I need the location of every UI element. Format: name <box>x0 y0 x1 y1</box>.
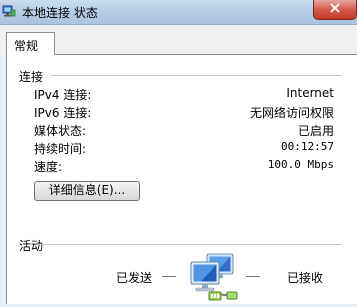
sent-label: 已发送 <box>116 271 153 285</box>
network-computers-icon <box>187 252 241 304</box>
media-state-value: 已启用 <box>297 124 334 138</box>
tab-strip: 常规 <box>0 25 357 55</box>
speed-row: 速度: 100.0 Mbps <box>34 158 334 176</box>
activity-section-label: 活动 <box>19 239 44 253</box>
window-title: 本地连接 状态 <box>22 6 98 20</box>
ipv6-label: IPv6 连接: <box>34 106 92 120</box>
speed-label: 速度: <box>34 160 63 174</box>
received-connector <box>246 276 260 277</box>
sent-connector <box>162 276 176 277</box>
title-bar: 本地连接 状态 <box>0 0 357 25</box>
duration-label: 持续时间: <box>34 142 87 156</box>
duration-row: 持续时间: 00:12:57 <box>34 140 334 158</box>
received-label: 已接收 <box>287 271 324 285</box>
ipv6-value: 无网络访问权限 <box>249 106 334 120</box>
tab-general[interactable]: 常规 <box>6 32 55 55</box>
media-state-row: 媒体状态: 已启用 <box>34 122 334 140</box>
activity-divider <box>37 244 342 245</box>
ipv4-value: Internet <box>286 86 334 100</box>
connection-section-label: 连接 <box>19 70 44 84</box>
duration-value: 00:12:57 <box>281 140 334 153</box>
media-state-label: 媒体状态: <box>34 124 87 138</box>
tab-label: 常规 <box>14 39 39 53</box>
speed-value: 100.0 Mbps <box>267 158 334 171</box>
general-panel: 连接 IPv4 连接: Internet IPv6 连接: 无网络访问权限 媒体… <box>6 54 357 304</box>
ipv6-row: IPv6 连接: 无网络访问权限 <box>34 104 334 122</box>
details-button[interactable]: 详细信息(E)... <box>34 181 140 201</box>
close-button[interactable] <box>313 0 357 20</box>
network-connection-icon <box>2 4 16 18</box>
connection-divider <box>51 75 342 76</box>
ipv4-row: IPv4 连接: Internet <box>34 86 334 104</box>
ipv4-label: IPv4 连接: <box>34 88 92 102</box>
